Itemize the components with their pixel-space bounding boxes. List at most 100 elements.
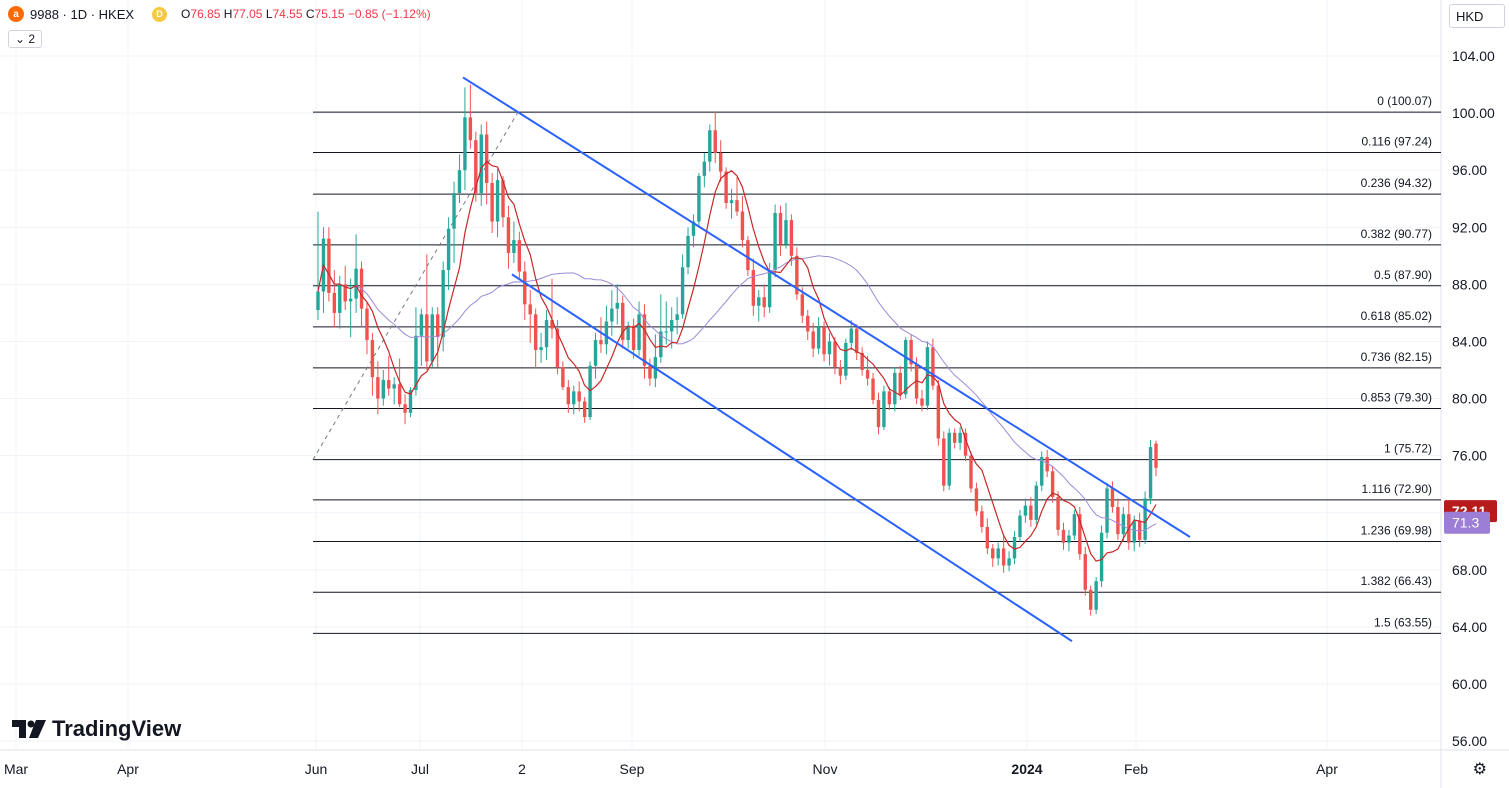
candle-body	[1056, 497, 1060, 530]
candle	[566, 379, 571, 413]
x-tick-label: Jun	[305, 761, 328, 777]
candle	[1143, 491, 1147, 545]
candle-body	[920, 398, 924, 406]
candle	[381, 370, 385, 406]
fib-level-label: 1.382 (66.43)	[1361, 574, 1432, 588]
candle-body	[1143, 498, 1147, 540]
candle-body	[822, 327, 826, 355]
candle-body	[746, 240, 750, 271]
candle-body	[996, 548, 1000, 559]
candle-body	[718, 153, 723, 172]
candle	[621, 295, 625, 349]
open-key: O	[181, 7, 191, 21]
candle	[582, 397, 587, 423]
candle	[436, 307, 440, 368]
candle-body	[664, 331, 668, 333]
high-value: 77.05	[232, 7, 263, 21]
candle-body	[947, 432, 951, 486]
y-tick-label: 76.00	[1452, 448, 1487, 464]
candle-body	[446, 228, 451, 271]
candle	[757, 290, 761, 322]
candle-body	[838, 367, 843, 376]
candle	[615, 284, 619, 325]
candle-body	[604, 321, 609, 345]
candle-body	[1121, 514, 1126, 535]
candle	[708, 124, 712, 172]
low-value: 74.55	[272, 7, 303, 21]
candle-body	[942, 438, 946, 486]
candle	[838, 360, 843, 385]
candle	[909, 334, 913, 372]
channel-lower-line	[511, 273, 1073, 643]
candle-body	[767, 270, 772, 308]
x-tick-label: 2	[518, 761, 526, 777]
candle	[887, 387, 892, 410]
channel-upper-line	[462, 76, 1191, 538]
candle	[697, 173, 701, 226]
candle-body	[381, 379, 385, 399]
candle-body	[1148, 447, 1153, 499]
candle-body	[778, 213, 783, 245]
candle	[604, 305, 609, 355]
candle-body	[1089, 589, 1093, 610]
candle	[1040, 451, 1044, 492]
candle	[702, 153, 707, 188]
fib-level-label: 1.5 (63.55)	[1374, 615, 1432, 629]
candle	[735, 177, 739, 216]
delayed-data-badge[interactable]: D	[152, 6, 168, 22]
candle-body	[991, 548, 995, 559]
fib-level-label: 0 (100.07)	[1377, 94, 1432, 108]
candle-body	[773, 213, 777, 271]
price-chart[interactable]: 104.00 100.00 96.00 92.00 88.00 84.00 80.00 76.…	[0, 0, 1509, 788]
candle-body	[430, 314, 434, 362]
candle-body	[1029, 505, 1033, 520]
symbol-title[interactable]: 9988 · 1D · HKEX	[30, 7, 134, 22]
candle	[827, 332, 832, 366]
candle-body	[740, 211, 745, 241]
candle	[1094, 576, 1098, 615]
candle	[1056, 491, 1060, 536]
candle-body	[1094, 581, 1098, 610]
candle-body	[332, 292, 337, 313]
candle-body	[642, 314, 647, 366]
fast-moving-average-line	[317, 160, 1157, 562]
candle-body	[539, 347, 543, 351]
candle	[855, 324, 859, 361]
indicators-toggle-button[interactable]: ⌄ 2	[8, 30, 43, 48]
candle	[392, 377, 396, 405]
change-value: −0.85 (−1.12%)	[347, 7, 431, 21]
candle	[1061, 522, 1066, 550]
candle	[659, 294, 663, 363]
candle-body	[670, 320, 674, 332]
candle	[893, 367, 897, 412]
currency-selector[interactable]: HKD	[1449, 4, 1505, 28]
candle-body	[1105, 488, 1109, 533]
gear-icon[interactable]: ⚙	[1473, 759, 1487, 779]
candle	[784, 203, 788, 249]
candle-body	[1132, 521, 1136, 543]
candle-body	[392, 384, 396, 389]
candle-body	[1023, 505, 1028, 516]
ma-value-label: 71.3	[1452, 515, 1479, 531]
candle	[354, 234, 358, 313]
x-tick-label: Mar	[4, 761, 28, 777]
candle-body	[855, 328, 859, 353]
candle	[593, 332, 598, 379]
candle-body	[789, 220, 794, 256]
candle-body	[735, 200, 739, 212]
candle-body	[816, 327, 821, 349]
candle-body	[572, 391, 576, 405]
candle-body	[484, 134, 489, 184]
y-tick-label: 92.00	[1452, 219, 1487, 235]
candle	[713, 111, 717, 164]
candle	[1029, 497, 1033, 527]
candle	[555, 320, 560, 375]
candle-body	[958, 432, 962, 443]
candle-body	[561, 367, 565, 388]
candle	[985, 518, 990, 555]
candle-body	[376, 377, 380, 399]
symbol-header: a 9988 · 1D · HKEX D O76.85 H77.05 L74.5…	[8, 6, 431, 22]
candle	[425, 254, 429, 370]
candle-body	[1061, 529, 1066, 543]
candle-body	[528, 304, 532, 315]
